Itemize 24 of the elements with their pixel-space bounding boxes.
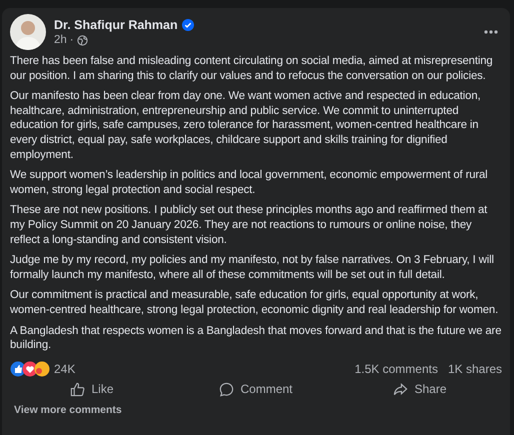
- comment-button[interactable]: Comment: [174, 380, 338, 399]
- post-paragraph: We support women’s leadership in politics and local government, economic empowerment of rural women, strong legal protection and social respect.: [10, 168, 489, 198]
- post-paragraph: A Bangladesh that respects women is a Bangladesh that moves forward and that is the future we are building.: [10, 324, 502, 353]
- share-arrow-icon: [393, 382, 408, 397]
- share-count[interactable]: 1K shares: [448, 362, 502, 376]
- reaction-icons[interactable]: [10, 360, 50, 377]
- post-paragraph: There has been false and misleading content circulating on social media, aimed at misrepresenting our position. I am sharing this to clarify our values and to refocus the conversation on our policies.: [10, 54, 494, 84]
- more-icon: [484, 30, 498, 34]
- reaction-count[interactable]: 24K: [54, 362, 345, 376]
- speech-bubble-icon: [219, 382, 234, 397]
- avatar[interactable]: [10, 14, 46, 50]
- comment-count[interactable]: 1.5K comments: [354, 362, 438, 376]
- globe-icon: [76, 34, 88, 46]
- post-time[interactable]: 2h: [54, 34, 67, 46]
- post-paragraph: Our manifesto has been clear from day one. We want women active and respected in education, healthcare, administration, entrepreneurship and public service. We commit to uninterrupted education for girls, safe campuses, zero tolerance for harassment, women-centred healthcare in every district, equal pay, safe workplaces, childcare support and skills training for dignified employment.: [10, 89, 482, 162]
- like-button[interactable]: Like: [10, 380, 174, 399]
- post-paragraph: Judge me by my record, my policies and my manifesto, not by false narratives. On 3 February, I will formally launch my manifesto, where all of these commitments will be set out in full detail.: [10, 253, 495, 282]
- post-paragraph: These are not new positions. I publicly set out these principles months ago and reaffirmed them at my Policy Summit on 20 January 2026. They are not reactions to rumours or online noise, they reflect a long-standing and consistent vision.: [10, 203, 488, 248]
- view-more-comments-link[interactable]: View more comments: [14, 404, 122, 416]
- author-name[interactable]: Dr. Shafiqur Rahman: [54, 18, 178, 32]
- share-button[interactable]: Share: [338, 380, 502, 399]
- separator-dot: ·: [70, 34, 74, 46]
- post-paragraph: Our commitment is practical and measurable, safe education for girls, equal opportunity at work, women-centred healthcare, strong legal protection, economic dignity and real leadership for women.: [10, 288, 500, 318]
- thumbs-up-icon: [70, 382, 86, 397]
